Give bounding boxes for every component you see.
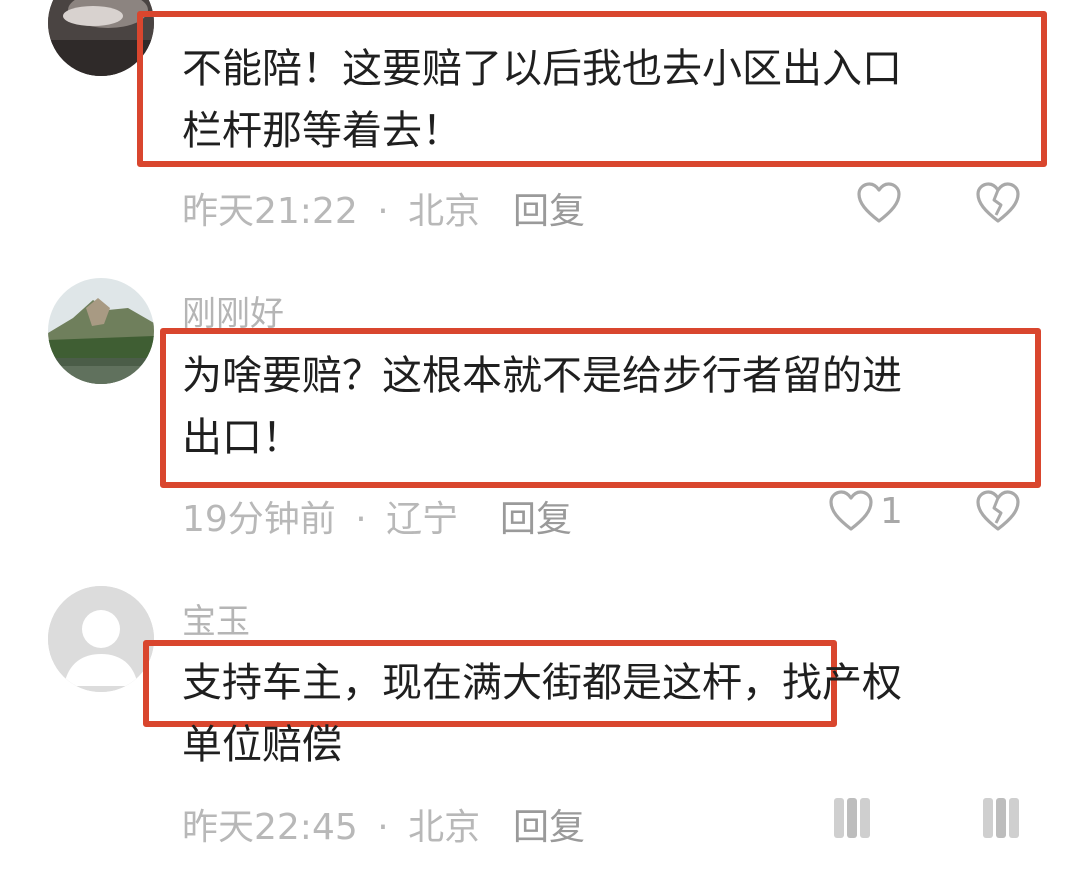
placeholder-bars-icon [983, 798, 1019, 838]
broken-heart-icon [976, 182, 1020, 223]
comment-location: 北京 [408, 191, 481, 232]
meta-separator: · [355, 499, 367, 540]
comment-text-line: 为啥要赔？这根本就不是给步行者留的进 [182, 353, 902, 399]
comment-meta: 昨天22:45 · 北京 [182, 798, 480, 850]
broken-heart-icon [976, 490, 1020, 531]
avatar[interactable] [48, 278, 154, 384]
comment-location: 北京 [408, 807, 481, 848]
default-user-avatar-icon [48, 586, 154, 692]
avatar[interactable] [48, 586, 154, 692]
like-button[interactable] [832, 796, 872, 840]
reply-button[interactable]: 回复 [500, 490, 572, 542]
comment-text-line: 单位赔偿 [182, 722, 342, 768]
like-button[interactable] [856, 181, 902, 225]
comment-item: 宝玉 支持车主，现在满大街都是这杆，找产权 单位赔偿 昨天22:45 · 北京 … [0, 578, 1080, 871]
reply-button[interactable]: 回复 [513, 798, 585, 850]
like-count: 1 [880, 490, 903, 532]
comment-time: 昨天22:45 [182, 807, 358, 848]
comment-item: 不能陪！这要赔了以后我也去小区出入口 栏杆那等着去！ 昨天21:22 · 北京 … [0, 0, 1080, 250]
comment-item: 刚刚好 为啥要赔？这根本就不是给步行者留的进 出口！ 19分钟前 · 辽宁 回复… [0, 270, 1080, 560]
meta-separator: · [377, 807, 389, 848]
comment-text-line: 支持车主，现在满大街都是这杆，找产权 [182, 660, 902, 706]
dislike-button[interactable] [975, 489, 1021, 533]
comment-time: 昨天21:22 [182, 191, 358, 232]
comment-meta: 19分钟前 · 辽宁 [182, 490, 458, 542]
heart-outline-icon [857, 182, 901, 223]
comment-text: 支持车主，现在满大街都是这杆，找产权 单位赔偿 [182, 652, 902, 776]
comment-text: 不能陪！这要赔了以后我也去小区出入口 栏杆那等着去！ [182, 38, 902, 162]
comment-meta: 昨天21:22 · 北京 [182, 182, 480, 234]
like-button[interactable]: 1 [828, 489, 903, 533]
landscape-photo-avatar-icon [48, 278, 154, 384]
comment-text-line: 栏杆那等着去！ [182, 108, 462, 154]
comment-location: 辽宁 [386, 499, 459, 540]
comment-text: 为啥要赔？这根本就不是给步行者留的进 出口！ [182, 345, 902, 469]
comment-text-line: 出口！ [182, 415, 302, 461]
reply-button[interactable]: 回复 [513, 182, 585, 234]
comment-time: 19分钟前 [182, 499, 336, 540]
dislike-button[interactable] [981, 796, 1021, 840]
meta-separator: · [377, 191, 389, 232]
username[interactable]: 宝玉 [182, 594, 250, 643]
heart-outline-icon [829, 490, 873, 531]
dislike-button[interactable] [975, 181, 1021, 225]
placeholder-bars-icon [834, 798, 870, 838]
comment-text-line: 不能陪！这要赔了以后我也去小区出入口 [182, 46, 902, 92]
